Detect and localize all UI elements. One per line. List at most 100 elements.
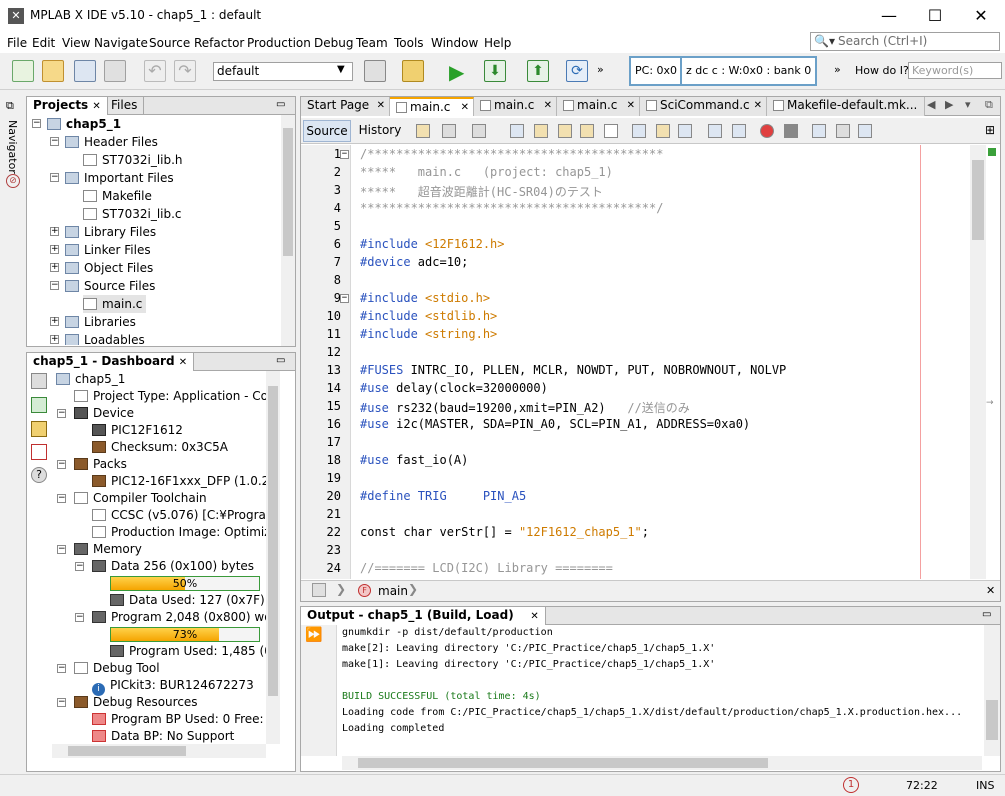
close-icon[interactable]: ✕ bbox=[179, 357, 187, 368]
minimize-button[interactable]: — bbox=[866, 0, 912, 31]
configuration-select[interactable]: default bbox=[213, 62, 353, 81]
back-icon[interactable] bbox=[416, 124, 430, 138]
collapse-icon[interactable]: − bbox=[50, 173, 59, 182]
scroll-tabs-left-icon[interactable]: ◀ bbox=[927, 98, 935, 111]
toolbar-overflow-icon-2[interactable]: » bbox=[834, 63, 841, 76]
tree-item[interactable]: + Loadables bbox=[27, 331, 281, 345]
rerun-icon[interactable]: ⏩ bbox=[305, 627, 322, 643]
build-icon[interactable] bbox=[364, 60, 386, 82]
collapse-icon[interactable]: − bbox=[50, 137, 59, 146]
collapse-icon[interactable]: − bbox=[57, 409, 66, 418]
maximize-window-icon[interactable]: ⧉ bbox=[985, 98, 993, 112]
find-icon[interactable] bbox=[510, 124, 524, 138]
tree-item[interactable]: main.c bbox=[27, 295, 281, 313]
split-editor-icon[interactable]: ⊞ bbox=[985, 123, 995, 137]
editor-tab[interactable]: main.c ✕ bbox=[390, 97, 474, 116]
close-icon[interactable]: ✕ bbox=[92, 101, 100, 112]
chip-icon[interactable] bbox=[31, 421, 47, 437]
editor-tab[interactable]: SciCommand.c ✕ bbox=[640, 97, 767, 116]
menu-edit[interactable]: Edit bbox=[32, 36, 55, 50]
fold-icon[interactable]: − bbox=[340, 150, 349, 159]
tree-item[interactable]: Makefile bbox=[27, 187, 281, 205]
editor-tab[interactable]: Start Page ✕ bbox=[301, 97, 390, 116]
collapse-icon[interactable]: − bbox=[50, 281, 59, 290]
menu-production[interactable]: Production bbox=[247, 36, 311, 50]
tab-output[interactable]: Output - chap5_1 (Build, Load) ✕ bbox=[301, 607, 546, 625]
navigator-scope-icon[interactable] bbox=[312, 583, 326, 597]
close-button[interactable]: ✕ bbox=[958, 0, 1004, 31]
project-properties-icon[interactable] bbox=[31, 373, 47, 389]
maximize-button[interactable]: ☐ bbox=[912, 0, 958, 31]
menu-view[interactable]: View bbox=[62, 36, 90, 50]
minimize-panel-icon[interactable]: ▭ bbox=[276, 99, 285, 110]
new-file-icon[interactable] bbox=[12, 60, 34, 82]
menu-window[interactable]: Window bbox=[431, 36, 478, 50]
chevron-down-icon[interactable]: ▼ bbox=[337, 64, 345, 75]
close-icon[interactable]: ✕ bbox=[377, 97, 385, 114]
menu-tools[interactable]: Tools bbox=[394, 36, 424, 50]
navigator-tab[interactable]: Navigator bbox=[5, 120, 19, 174]
project-tree-scroll-thumb[interactable] bbox=[283, 128, 293, 256]
find-prev-icon[interactable] bbox=[534, 124, 548, 138]
close-icon[interactable]: ✕ bbox=[627, 97, 635, 114]
expand-icon[interactable]: + bbox=[50, 317, 59, 326]
collapse-icon[interactable]: − bbox=[57, 494, 66, 503]
output-scroll-thumb-h[interactable] bbox=[358, 758, 768, 768]
breadcrumb-main[interactable]: main bbox=[378, 584, 408, 598]
tab-files[interactable]: Files bbox=[105, 97, 145, 115]
shift-left-icon[interactable] bbox=[708, 124, 722, 138]
expand-icon[interactable]: + bbox=[50, 263, 59, 272]
menu-debug[interactable]: Debug bbox=[314, 36, 353, 50]
dashboard-scroll-thumb-v[interactable] bbox=[268, 386, 278, 696]
collapse-icon[interactable]: − bbox=[75, 562, 84, 571]
find-next-icon[interactable] bbox=[558, 124, 572, 138]
output-scroll-thumb-v[interactable] bbox=[986, 700, 998, 740]
menu-navigate[interactable]: Navigate bbox=[94, 36, 148, 50]
minimize-panel-icon[interactable]: ▭ bbox=[982, 609, 991, 620]
tree-item[interactable]: ST7032i_lib.c bbox=[27, 205, 281, 223]
start-macro-icon[interactable] bbox=[760, 124, 774, 138]
prev-bookmark-icon[interactable] bbox=[632, 124, 646, 138]
tree-item[interactable]: + Linker Files bbox=[27, 241, 281, 259]
pdf-icon[interactable] bbox=[31, 444, 47, 460]
expand-icon[interactable]: + bbox=[50, 245, 59, 254]
program-device-icon[interactable]: ⬇ bbox=[484, 60, 506, 82]
tree-item[interactable]: − Source Files bbox=[27, 277, 281, 295]
diff-icon[interactable] bbox=[858, 124, 872, 138]
close-icon[interactable]: ✕ bbox=[544, 97, 552, 114]
fold-icon[interactable]: − bbox=[340, 294, 349, 303]
editor-scroll-thumb[interactable] bbox=[972, 160, 984, 240]
menu-team[interactable]: Team bbox=[356, 36, 388, 50]
collapse-icon[interactable]: − bbox=[57, 460, 66, 469]
menu-refactor[interactable]: Refactor bbox=[194, 36, 244, 50]
read-device-icon[interactable]: ⬆ bbox=[527, 60, 549, 82]
close-icon[interactable]: ✕ bbox=[754, 97, 762, 114]
close-icon[interactable]: ✕ bbox=[461, 99, 469, 116]
new-project-icon[interactable] bbox=[42, 60, 64, 82]
menu-help[interactable]: Help bbox=[484, 36, 511, 50]
scroll-tabs-right-icon[interactable]: ▶ bbox=[945, 98, 953, 111]
collapse-icon[interactable]: − bbox=[32, 119, 41, 128]
minimize-panel-icon[interactable]: ▭ bbox=[276, 355, 285, 366]
toggle-bookmark-icon[interactable] bbox=[678, 124, 692, 138]
keyword-input[interactable]: Keyword(s) bbox=[908, 62, 1002, 79]
editor-tab[interactable]: main.c ✕ bbox=[474, 97, 557, 116]
tree-item[interactable]: − chap5_1 bbox=[27, 115, 281, 133]
tree-item[interactable]: − Header Files bbox=[27, 133, 281, 151]
menu-source[interactable]: Source bbox=[149, 36, 190, 50]
help-icon[interactable]: ? bbox=[31, 467, 47, 483]
toolbar-overflow-icon[interactable]: » bbox=[597, 63, 604, 76]
reset-icon[interactable]: ⟳ bbox=[566, 60, 588, 82]
tree-item[interactable]: + Libraries bbox=[27, 313, 281, 331]
window-restore-icon[interactable]: ⧉ bbox=[6, 99, 14, 113]
source-tab[interactable]: Source bbox=[303, 120, 351, 142]
notifications-icon[interactable]: 1 bbox=[843, 777, 859, 793]
undo-icon[interactable]: ↶ bbox=[144, 60, 166, 82]
menu-file[interactable]: File bbox=[7, 36, 27, 50]
collapse-icon[interactable]: − bbox=[57, 664, 66, 673]
expand-icon[interactable]: + bbox=[50, 335, 59, 344]
collapse-icon[interactable]: − bbox=[57, 698, 66, 707]
tab-projects[interactable]: Projects ✕ bbox=[27, 97, 108, 115]
collapse-icon[interactable]: − bbox=[57, 545, 66, 554]
redo-icon[interactable]: ↷ bbox=[174, 60, 196, 82]
